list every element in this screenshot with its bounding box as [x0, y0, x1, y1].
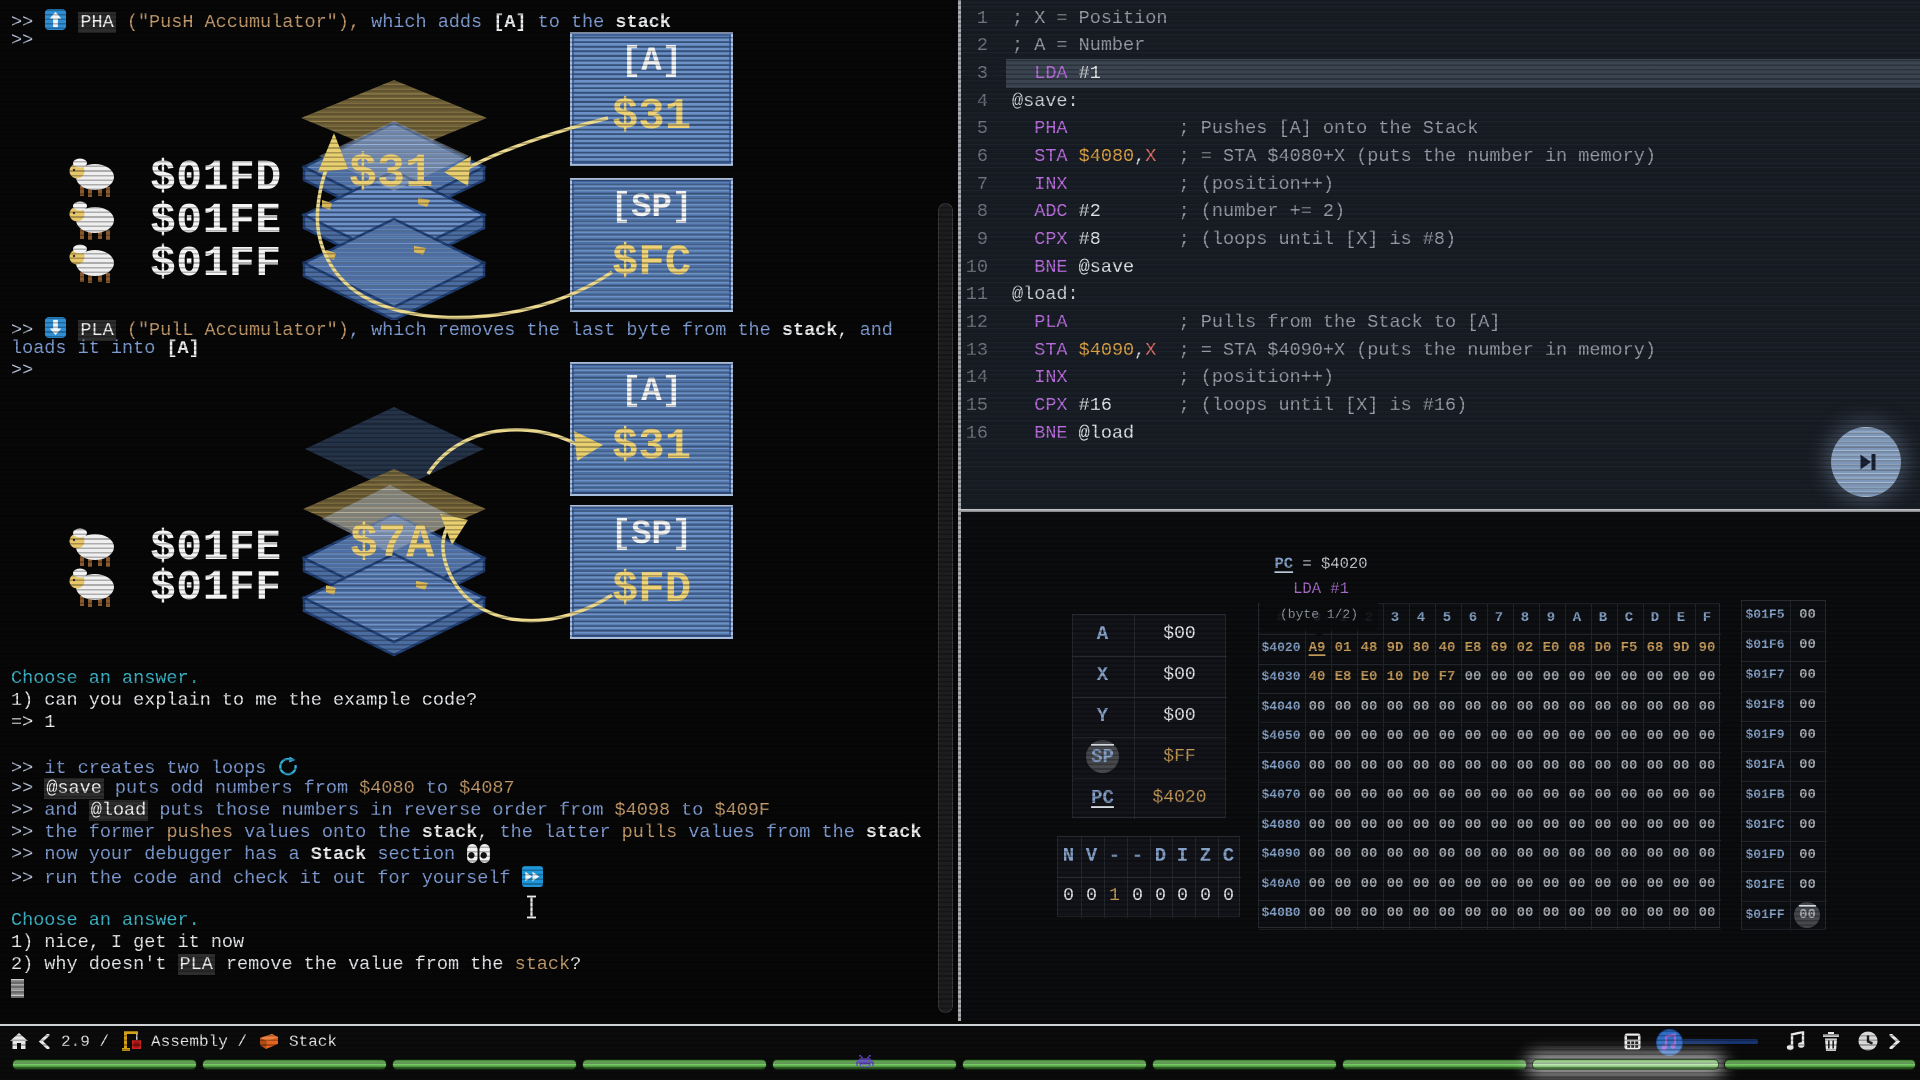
svg-text:$31: $31 — [349, 148, 434, 201]
svg-text:$7A: $7A — [350, 518, 435, 571]
